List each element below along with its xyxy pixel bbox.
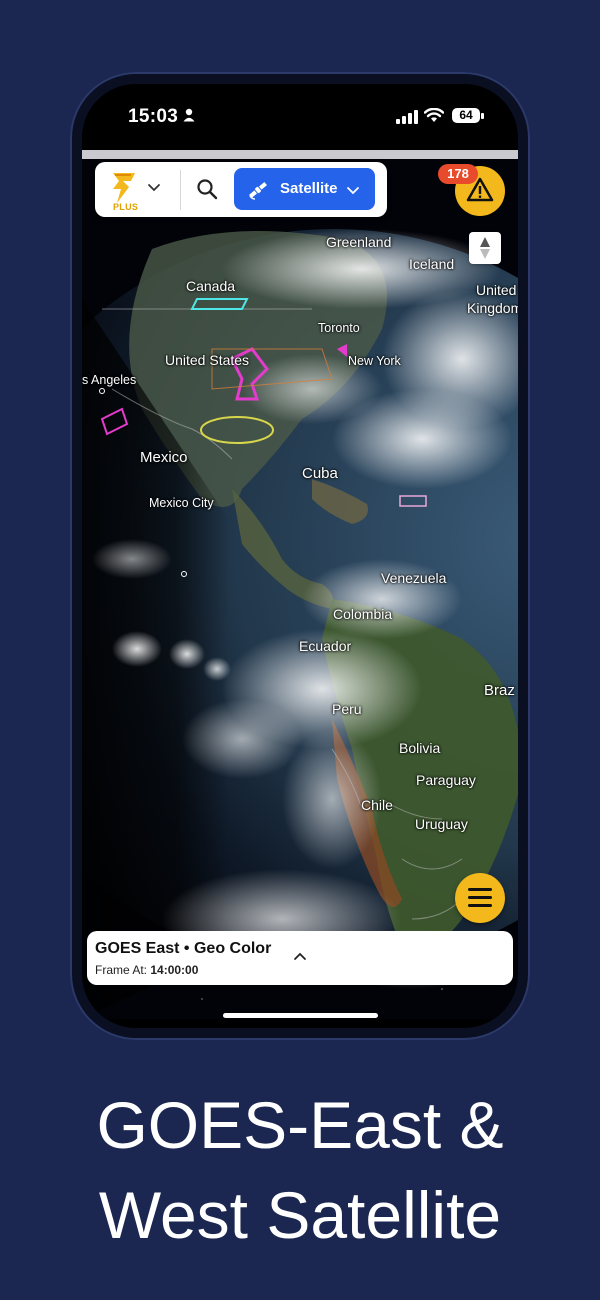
layer-info-card[interactable]: GOES East • Geo Color Frame At: 14:00:00 bbox=[87, 931, 513, 985]
alerts-count-badge: 178 bbox=[438, 164, 478, 184]
headline-line1: GOES-East & bbox=[96, 1088, 504, 1162]
layer-info-title: GOES East • Geo Color bbox=[95, 940, 272, 957]
layer-select-button[interactable]: Satellite bbox=[234, 168, 375, 210]
map-label-iceland: Iceland bbox=[409, 256, 455, 272]
layer-select-label: Satellite bbox=[280, 180, 338, 197]
wifi-icon bbox=[424, 108, 444, 122]
map-label-canada: Canada bbox=[186, 278, 236, 294]
phone-screen: 15:03 64 Greenland Iceland United Kingdo… bbox=[82, 84, 518, 1028]
map-toolbar: PLUS Satellite bbox=[95, 162, 387, 217]
status-bar: 15:03 64 bbox=[82, 84, 518, 150]
map-label-united-states: United States bbox=[165, 352, 250, 368]
map-label-venezuela: Venezuela bbox=[381, 570, 447, 586]
map-label-mexico-city: Mexico City bbox=[149, 496, 214, 510]
menu-button[interactable] bbox=[455, 873, 505, 923]
battery-nub bbox=[481, 113, 484, 119]
toolbar-divider bbox=[180, 170, 181, 210]
headline-line2: West Satellite bbox=[98, 1178, 502, 1252]
map-label-colombia: Colombia bbox=[333, 606, 393, 622]
frame-time-row: Frame At: 14:00:00 bbox=[95, 963, 198, 977]
plus-badge: PLUS bbox=[113, 202, 139, 212]
chevron-down-icon bbox=[347, 187, 359, 195]
satellite-map[interactable] bbox=[82, 159, 518, 1019]
map-label-united-kingdom-line1: United bbox=[476, 282, 517, 298]
map-label-united-kingdom-line2: Kingdom bbox=[467, 300, 518, 316]
map-label-mexico: Mexico bbox=[140, 449, 188, 466]
chevron-down-icon bbox=[148, 184, 160, 192]
frame-time: 14:00:00 bbox=[150, 963, 199, 977]
satellite-icon bbox=[249, 182, 267, 200]
map-label-peru: Peru bbox=[332, 701, 362, 717]
map-label-chile: Chile bbox=[361, 797, 393, 813]
map-label-toronto: Toronto bbox=[318, 321, 360, 335]
map-label-paraguay: Paraguay bbox=[416, 772, 476, 788]
search-icon[interactable] bbox=[196, 178, 218, 200]
map-label-brazil: Braz bbox=[484, 682, 515, 699]
compass-button[interactable] bbox=[469, 232, 501, 264]
frame-label: Frame At: bbox=[95, 963, 148, 977]
map-label-cuba: Cuba bbox=[302, 465, 338, 482]
map-label-uruguay: Uruguay bbox=[415, 816, 468, 832]
chevron-up-icon[interactable] bbox=[293, 949, 307, 963]
home-indicator[interactable] bbox=[223, 1013, 378, 1018]
map-label-greenland: Greenland bbox=[326, 234, 392, 250]
battery-level: 64 bbox=[452, 108, 480, 123]
person-icon bbox=[183, 108, 195, 122]
signal-icon bbox=[396, 110, 418, 124]
map-label-new-york: New York bbox=[348, 354, 401, 368]
map-label-los-angeles: s Angeles bbox=[82, 373, 137, 387]
status-time: 15:03 bbox=[128, 106, 179, 127]
map-label-bolivia: Bolivia bbox=[399, 740, 441, 756]
map-top-strip bbox=[82, 150, 518, 159]
compass-icon bbox=[480, 237, 490, 259]
map-label-ecuador: Ecuador bbox=[299, 638, 352, 654]
